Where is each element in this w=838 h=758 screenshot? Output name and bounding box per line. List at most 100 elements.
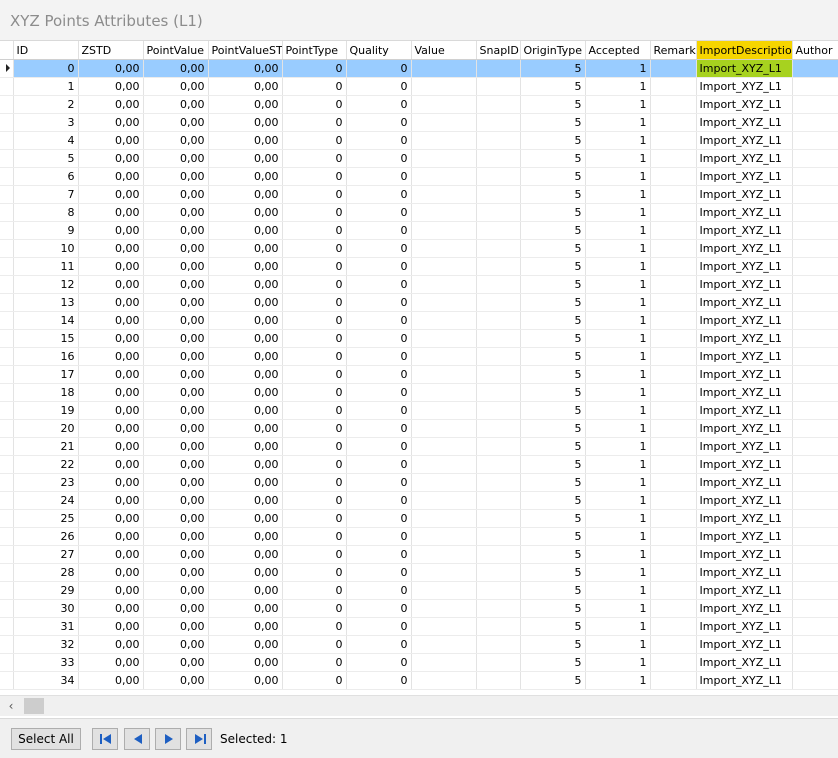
cell-import-description[interactable]: Import_XYZ_L1: [696, 113, 793, 132]
cell-snap-id[interactable]: [476, 59, 521, 78]
table-row[interactable]: 23 0,00 0,00 0,00 0 0 5 1 Import_XYZ_L1: [0, 473, 838, 492]
cell-point-value-std[interactable]: 0,00: [208, 383, 283, 402]
cell-point-type[interactable]: 0: [282, 383, 347, 402]
cell-point-type[interactable]: 0: [282, 95, 347, 114]
cell-id[interactable]: 11: [13, 257, 79, 276]
cell-quality[interactable]: 0: [346, 293, 412, 312]
cell-origin-type[interactable]: 5: [520, 419, 586, 438]
table-row[interactable]: 9 0,00 0,00 0,00 0 0 5 1 Import_XYZ_L1: [0, 221, 838, 240]
first-record-button[interactable]: [92, 728, 118, 750]
row-indicator[interactable]: [0, 455, 14, 474]
cell-import-description[interactable]: Import_XYZ_L1: [696, 293, 793, 312]
cell-snap-id[interactable]: [476, 437, 521, 456]
cell-accepted[interactable]: 1: [585, 383, 651, 402]
cell-snap-id[interactable]: [476, 293, 521, 312]
table-row[interactable]: 1 0,00 0,00 0,00 0 0 5 1 Import_XYZ_L1: [0, 77, 838, 96]
table-row[interactable]: 18 0,00 0,00 0,00 0 0 5 1 Import_XYZ_L1: [0, 383, 838, 402]
cell-point-value[interactable]: 0,00: [143, 419, 209, 438]
cell-origin-type[interactable]: 5: [520, 149, 586, 168]
table-row[interactable]: 4 0,00 0,00 0,00 0 0 5 1 Import_XYZ_L1: [0, 131, 838, 150]
cell-value[interactable]: [411, 203, 477, 222]
cell-point-value[interactable]: 0,00: [143, 473, 209, 492]
cell-snap-id[interactable]: [476, 347, 521, 366]
cell-accepted[interactable]: 1: [585, 293, 651, 312]
cell-origin-type[interactable]: 5: [520, 167, 586, 186]
cell-author[interactable]: [792, 653, 838, 672]
cell-id[interactable]: 9: [13, 221, 79, 240]
cell-quality[interactable]: 0: [346, 599, 412, 618]
cell-quality[interactable]: 0: [346, 491, 412, 510]
cell-value[interactable]: [411, 581, 477, 600]
table-row[interactable]: 11 0,00 0,00 0,00 0 0 5 1 Import_XYZ_L1: [0, 257, 838, 276]
cell-origin-type[interactable]: 5: [520, 113, 586, 132]
cell-value[interactable]: [411, 293, 477, 312]
cell-zstd[interactable]: 0,00: [78, 617, 144, 636]
cell-point-value[interactable]: 0,00: [143, 509, 209, 528]
cell-zstd[interactable]: 0,00: [78, 455, 144, 474]
table-row[interactable]: 7 0,00 0,00 0,00 0 0 5 1 Import_XYZ_L1: [0, 185, 838, 204]
cell-author[interactable]: [792, 95, 838, 114]
cell-zstd[interactable]: 0,00: [78, 491, 144, 510]
cell-point-type[interactable]: 0: [282, 563, 347, 582]
cell-import-description[interactable]: Import_XYZ_L1: [696, 203, 793, 222]
cell-import-description[interactable]: Import_XYZ_L1: [696, 671, 793, 690]
table-row[interactable]: 13 0,00 0,00 0,00 0 0 5 1 Import_XYZ_L1: [0, 293, 838, 312]
cell-point-value[interactable]: 0,00: [143, 293, 209, 312]
table-row[interactable]: 28 0,00 0,00 0,00 0 0 5 1 Import_XYZ_L1: [0, 563, 838, 582]
row-indicator[interactable]: [0, 221, 14, 240]
cell-quality[interactable]: 0: [346, 59, 412, 78]
cell-point-value-std[interactable]: 0,00: [208, 527, 283, 546]
cell-origin-type[interactable]: 5: [520, 221, 586, 240]
cell-point-value-std[interactable]: 0,00: [208, 77, 283, 96]
cell-point-value[interactable]: 0,00: [143, 203, 209, 222]
cell-snap-id[interactable]: [476, 671, 521, 690]
cell-quality[interactable]: 0: [346, 635, 412, 654]
row-indicator[interactable]: [0, 437, 14, 456]
cell-import-description[interactable]: Import_XYZ_L1: [696, 545, 793, 564]
cell-point-value-std[interactable]: 0,00: [208, 635, 283, 654]
cell-origin-type[interactable]: 5: [520, 491, 586, 510]
cell-import-description[interactable]: Import_XYZ_L1: [696, 491, 793, 510]
cell-point-type[interactable]: 0: [282, 671, 347, 690]
cell-accepted[interactable]: 1: [585, 59, 651, 78]
cell-point-value-std[interactable]: 0,00: [208, 167, 283, 186]
cell-id[interactable]: 6: [13, 167, 79, 186]
cell-id[interactable]: 25: [13, 509, 79, 528]
cell-author[interactable]: [792, 167, 838, 186]
cell-value[interactable]: [411, 527, 477, 546]
cell-point-value[interactable]: 0,00: [143, 167, 209, 186]
cell-origin-type[interactable]: 5: [520, 671, 586, 690]
cell-import-description[interactable]: Import_XYZ_L1: [696, 653, 793, 672]
cell-value[interactable]: [411, 275, 477, 294]
cell-author[interactable]: [792, 221, 838, 240]
cell-author[interactable]: [792, 635, 838, 654]
cell-quality[interactable]: 0: [346, 617, 412, 636]
cell-point-type[interactable]: 0: [282, 113, 347, 132]
cell-point-value-std[interactable]: 0,00: [208, 185, 283, 204]
column-header-quality[interactable]: Quality: [346, 41, 412, 60]
cell-id[interactable]: 4: [13, 131, 79, 150]
column-header-snap-id[interactable]: SnapID: [476, 41, 521, 60]
cell-zstd[interactable]: 0,00: [78, 419, 144, 438]
cell-accepted[interactable]: 1: [585, 167, 651, 186]
cell-point-value-std[interactable]: 0,00: [208, 581, 283, 600]
cell-accepted[interactable]: 1: [585, 635, 651, 654]
cell-point-value[interactable]: 0,00: [143, 239, 209, 258]
cell-author[interactable]: [792, 77, 838, 96]
row-indicator[interactable]: [0, 77, 14, 96]
cell-point-value[interactable]: 0,00: [143, 671, 209, 690]
cell-author[interactable]: [792, 185, 838, 204]
cell-point-value[interactable]: 0,00: [143, 95, 209, 114]
cell-snap-id[interactable]: [476, 329, 521, 348]
cell-value[interactable]: [411, 185, 477, 204]
cell-origin-type[interactable]: 5: [520, 59, 586, 78]
cell-point-type[interactable]: 0: [282, 347, 347, 366]
table-row[interactable]: 14 0,00 0,00 0,00 0 0 5 1 Import_XYZ_L1: [0, 311, 838, 330]
cell-id[interactable]: 16: [13, 347, 79, 366]
cell-import-description[interactable]: Import_XYZ_L1: [696, 221, 793, 240]
cell-id[interactable]: 26: [13, 527, 79, 546]
cell-quality[interactable]: 0: [346, 257, 412, 276]
cell-snap-id[interactable]: [476, 113, 521, 132]
cell-id[interactable]: 3: [13, 113, 79, 132]
column-header-point-value-std[interactable]: PointValueSTD: [208, 41, 283, 60]
